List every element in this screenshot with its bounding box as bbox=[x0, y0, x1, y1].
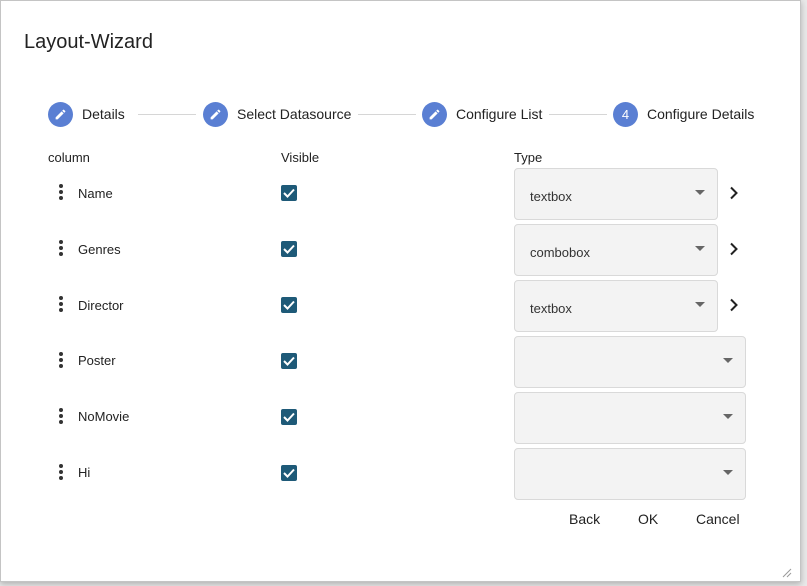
select-value: textbox bbox=[530, 189, 572, 204]
visible-checkbox[interactable] bbox=[281, 409, 297, 425]
type-select[interactable] bbox=[514, 448, 746, 500]
row-name: Poster bbox=[78, 353, 116, 368]
ok-button[interactable]: OK bbox=[638, 511, 658, 527]
step-details[interactable]: Details bbox=[48, 101, 125, 127]
type-select[interactable] bbox=[514, 336, 746, 388]
step-connector bbox=[549, 114, 607, 115]
resize-grip-icon[interactable] bbox=[782, 565, 792, 578]
pencil-icon bbox=[48, 101, 73, 127]
layout-wizard-dialog: Layout-Wizard Details Select Datasource … bbox=[0, 0, 801, 582]
visible-checkbox[interactable] bbox=[281, 241, 297, 257]
back-button[interactable]: Back bbox=[569, 511, 600, 527]
cancel-button[interactable]: Cancel bbox=[696, 511, 740, 527]
check-icon bbox=[283, 244, 295, 254]
caret-down-icon bbox=[723, 414, 733, 419]
row-name: Director bbox=[78, 298, 124, 313]
visible-checkbox[interactable] bbox=[281, 353, 297, 369]
column-header-column: column bbox=[48, 150, 90, 165]
drag-handle-icon[interactable] bbox=[57, 240, 65, 258]
step-label: Details bbox=[82, 106, 125, 122]
column-header-visible: Visible bbox=[281, 150, 320, 165]
caret-down-icon bbox=[723, 470, 733, 475]
step-connector bbox=[138, 114, 196, 115]
type-select[interactable]: textbox bbox=[514, 168, 718, 220]
caret-down-icon bbox=[695, 302, 705, 307]
check-icon bbox=[283, 468, 295, 478]
chevron-right-icon[interactable] bbox=[727, 186, 741, 200]
type-select[interactable]: combobox bbox=[514, 224, 718, 276]
chevron-right-icon[interactable] bbox=[727, 298, 741, 312]
drag-handle-icon[interactable] bbox=[57, 408, 65, 426]
type-select[interactable]: textbox bbox=[514, 280, 718, 332]
caret-down-icon bbox=[695, 190, 705, 195]
select-value: combobox bbox=[530, 245, 590, 260]
visible-checkbox[interactable] bbox=[281, 465, 297, 481]
drag-handle-icon[interactable] bbox=[57, 464, 65, 482]
drag-handle-icon[interactable] bbox=[57, 184, 65, 202]
visible-checkbox[interactable] bbox=[281, 297, 297, 313]
step-label: Configure List bbox=[456, 106, 543, 122]
check-icon bbox=[283, 300, 295, 310]
step-number: 4 bbox=[613, 101, 638, 127]
step-configure-details[interactable]: 4 Configure Details bbox=[613, 101, 754, 127]
chevron-right-icon[interactable] bbox=[727, 242, 741, 256]
step-label: Select Datasource bbox=[237, 106, 352, 122]
dialog-title: Layout-Wizard bbox=[24, 31, 153, 53]
row-name: Genres bbox=[78, 242, 121, 257]
caret-down-icon bbox=[695, 246, 705, 251]
check-icon bbox=[283, 412, 295, 422]
column-header-type: Type bbox=[514, 150, 543, 165]
pencil-icon bbox=[203, 101, 228, 127]
drag-handle-icon[interactable] bbox=[57, 296, 65, 314]
pencil-icon bbox=[422, 101, 447, 127]
check-icon bbox=[283, 188, 295, 198]
type-select[interactable] bbox=[514, 392, 746, 444]
step-connector bbox=[358, 114, 416, 115]
step-select-datasource[interactable]: Select Datasource bbox=[203, 101, 351, 127]
step-label: Configure Details bbox=[647, 106, 755, 122]
drag-handle-icon[interactable] bbox=[57, 352, 65, 370]
step-configure-list[interactable]: Configure List bbox=[422, 101, 542, 127]
row-name: Hi bbox=[78, 465, 91, 480]
caret-down-icon bbox=[723, 358, 733, 363]
check-icon bbox=[283, 356, 295, 366]
row-name: Name bbox=[78, 186, 113, 201]
visible-checkbox[interactable] bbox=[281, 185, 297, 201]
row-name: NoMovie bbox=[78, 409, 130, 424]
select-value: textbox bbox=[530, 301, 572, 316]
